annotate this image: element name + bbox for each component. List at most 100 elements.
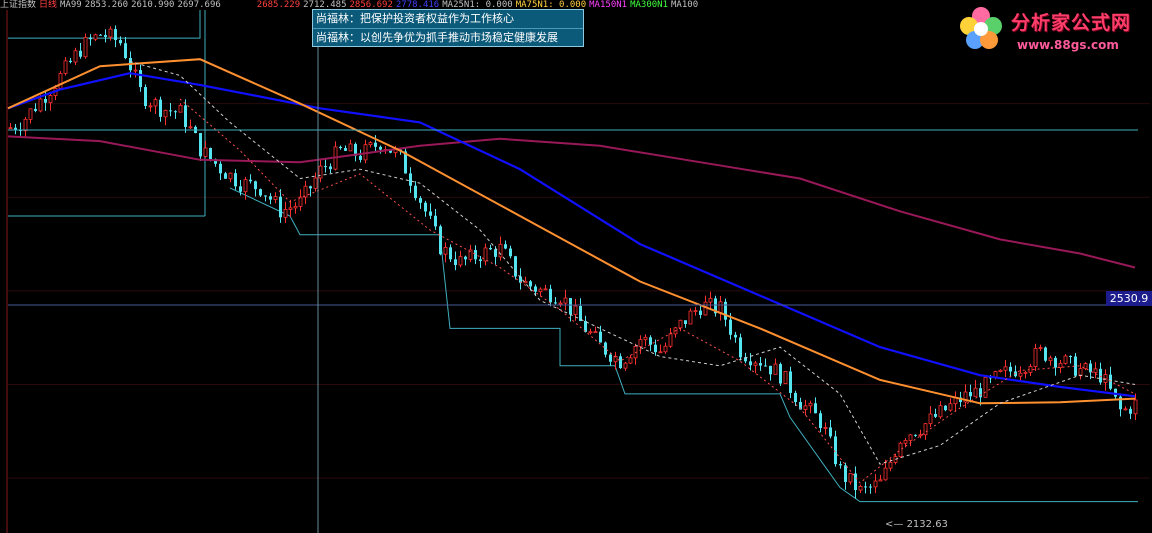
candle-body <box>708 297 713 303</box>
candle-body <box>908 434 913 441</box>
low-price-label: <— 2132.63 <box>885 519 948 530</box>
candle-body <box>654 344 657 353</box>
candle-body <box>973 387 978 397</box>
candle-body <box>514 256 517 277</box>
news-tooltip[interactable]: 尚福林：把保护投资者权益作为工作核心 尚福林：以创先争优为抓手推动市场稳定健康发… <box>312 9 584 47</box>
logo-url-text: www.88gs.com <box>1017 38 1119 52</box>
candle-body <box>178 104 183 113</box>
candle-body <box>1009 366 1012 372</box>
candle-body <box>873 480 878 488</box>
ma-line-orange <box>7 58 1136 405</box>
candle-body <box>604 342 607 355</box>
candle-body <box>409 173 412 186</box>
candle-body <box>878 479 883 482</box>
candle-body <box>573 305 578 315</box>
candle-body <box>1063 355 1068 364</box>
candle-body <box>509 248 512 257</box>
candle-body <box>474 249 477 260</box>
candle-body <box>848 473 853 483</box>
candle-body <box>114 29 117 41</box>
candle-body <box>563 297 568 304</box>
candle-body <box>318 165 323 179</box>
candle-body <box>58 73 63 89</box>
candle-body <box>414 185 417 199</box>
current-price-tag: 2530.9 <box>1106 291 1152 306</box>
value-3: 2697.696 <box>177 0 221 10</box>
candle-body <box>313 177 318 189</box>
candle-body <box>808 402 813 407</box>
candle-body <box>93 34 98 40</box>
candle-body <box>288 207 293 210</box>
moving-average-lines <box>7 58 1136 484</box>
candle-body <box>489 247 492 250</box>
site-logo: 分析家公式网 www.88gs.com <box>955 4 1150 56</box>
candle-body <box>759 363 762 366</box>
candle-body <box>938 405 943 418</box>
candle-body <box>769 365 772 375</box>
tooltip-line-1: 尚福林：把保护投资者权益作为工作核心 <box>316 12 514 25</box>
candle-body <box>883 467 888 481</box>
candle-body <box>494 249 497 257</box>
candle-body <box>458 256 463 266</box>
candle-body <box>374 142 377 147</box>
candle-body <box>303 185 308 198</box>
cyan-step-0 <box>8 10 201 39</box>
candle-body <box>1099 368 1102 383</box>
candle-body <box>864 486 867 488</box>
candle-body <box>1078 368 1083 377</box>
candle-body <box>628 357 633 364</box>
candle-body <box>483 247 488 262</box>
candle-body <box>983 376 988 398</box>
candle-body <box>434 215 437 227</box>
candle-body <box>918 434 923 437</box>
candle-body <box>543 288 548 291</box>
candle-body <box>368 142 373 146</box>
logo-brand-text: 分析家公式网 <box>1011 12 1132 34</box>
chart-grid <box>8 103 1150 479</box>
candle-body <box>203 147 208 157</box>
kline-chart[interactable] <box>0 0 1152 533</box>
candle-body <box>903 440 908 444</box>
candle-body <box>729 319 732 335</box>
candle-body <box>264 195 267 197</box>
candle-body <box>163 109 168 118</box>
candle-body <box>273 196 278 200</box>
candle-body <box>429 211 432 216</box>
candle-body <box>898 442 903 458</box>
candlestick-series <box>8 25 1138 499</box>
candle-body <box>379 146 382 150</box>
candle-body <box>549 288 552 303</box>
candle-body <box>339 146 342 149</box>
candle-body <box>1033 348 1038 368</box>
candle-body <box>419 198 422 203</box>
candle-body <box>1093 368 1098 373</box>
candle-body <box>439 226 442 255</box>
ma99-label: MA99 <box>60 0 82 10</box>
candle-body <box>844 465 847 482</box>
candle-body <box>684 320 687 324</box>
value-4: 2685.229 <box>256 0 301 10</box>
candle-body <box>254 181 257 190</box>
candle-body <box>243 179 248 193</box>
cyan-step-lines <box>8 10 1138 503</box>
candle-body <box>1038 347 1043 349</box>
candle-body <box>259 189 262 196</box>
candle-body <box>688 310 693 325</box>
candle-body <box>1123 408 1128 411</box>
candle-body <box>424 202 427 212</box>
candle-body <box>888 461 893 469</box>
candle-body <box>858 486 863 491</box>
candle-body <box>44 98 47 103</box>
candle-body <box>479 259 482 261</box>
candle-body <box>28 108 33 120</box>
candle-body <box>324 166 327 168</box>
candle-body <box>159 99 162 117</box>
candle-body <box>803 405 808 410</box>
candle-body <box>279 196 282 218</box>
candle-body <box>443 246 448 255</box>
candle-body <box>293 205 298 209</box>
candle-body <box>79 50 82 57</box>
candle-body <box>609 354 612 362</box>
candle-body <box>569 298 572 315</box>
candle-body <box>249 179 252 182</box>
